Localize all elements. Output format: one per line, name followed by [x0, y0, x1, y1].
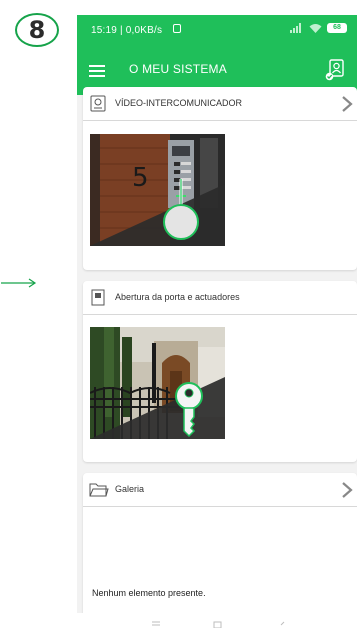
card-header: Abertura da porta e actuadores [83, 281, 357, 315]
folder-icon [89, 483, 109, 497]
wifi-icon [309, 24, 322, 33]
card-title: Abertura da porta e actuadores [115, 292, 240, 302]
recent-apps-icon[interactable] [152, 621, 160, 626]
intercom-user-icon[interactable] [325, 59, 345, 81]
chevron-right-icon[interactable] [341, 95, 353, 113]
phone-screen: 15:19 | 0,0KB/s 68 O MEU SISTEMA VÍDEO-I… [77, 15, 357, 613]
back-icon[interactable] [280, 621, 285, 626]
door-icon [91, 289, 105, 306]
arrow-right-icon [1, 278, 37, 288]
card-header: Galeria [83, 473, 357, 507]
gate-photo [90, 327, 225, 439]
step-number-badge: 8 [15, 13, 59, 47]
card-title: VÍDEO-INTERCOMUNICADOR [115, 98, 243, 108]
step-number: 8 [28, 16, 46, 44]
video-intercom-card[interactable]: VÍDEO-INTERCOMUNICADOR 5 [83, 87, 357, 270]
status-icons: 68 [290, 23, 347, 33]
battery-level: 68 [333, 24, 341, 31]
app-title: O MEU SISTEMA [129, 62, 227, 76]
intercom-photo: 5 [90, 134, 225, 246]
signal-icon [290, 23, 301, 33]
notification-icon [173, 24, 181, 33]
system-nav-bar [152, 621, 285, 628]
battery-icon: 68 [327, 23, 347, 33]
chevron-right-icon[interactable] [341, 481, 353, 499]
home-icon[interactable] [213, 621, 222, 628]
intercom-icon [90, 95, 106, 112]
door-actuators-card[interactable]: Abertura da porta e actuadores [83, 281, 357, 462]
status-time: 15:19 | 0,0KB/s [91, 25, 163, 36]
status-bar: 15:19 | 0,0KB/s 68 [77, 15, 357, 47]
empty-message: Nenhum elemento presente. [92, 588, 206, 598]
menu-icon[interactable] [89, 64, 105, 78]
gallery-card[interactable]: Galeria Nenhum elemento presente. [83, 473, 357, 613]
card-header: VÍDEO-INTERCOMUNICADOR [83, 87, 357, 121]
house-number: 5 [132, 163, 149, 193]
card-title: Galeria [115, 484, 145, 494]
